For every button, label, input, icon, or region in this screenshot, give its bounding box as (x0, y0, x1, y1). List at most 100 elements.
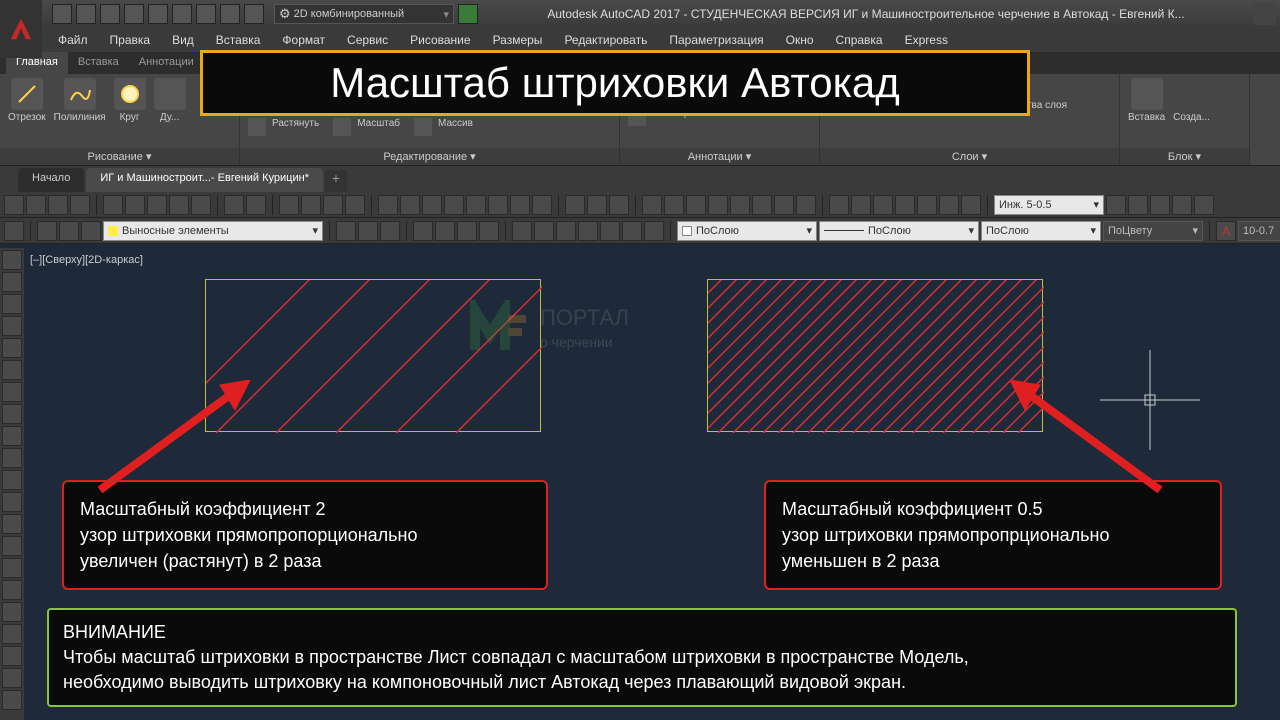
lv-21[interactable] (2, 690, 22, 710)
tb-copy[interactable] (125, 195, 145, 215)
tb2-a3[interactable] (380, 221, 400, 241)
open-icon[interactable] (76, 4, 96, 24)
layer-selector[interactable]: Выносные элементы▾ (103, 221, 323, 241)
print-icon[interactable] (196, 4, 216, 24)
redo-icon[interactable] (172, 4, 192, 24)
menu-draw[interactable]: Рисование (400, 30, 480, 50)
tb2-c1[interactable] (512, 221, 532, 241)
file-tab-start[interactable]: Начало (18, 168, 84, 192)
undo-icon[interactable] (148, 4, 168, 24)
play-icon[interactable] (458, 4, 478, 24)
lv-txt[interactable] (2, 624, 22, 644)
menu-window[interactable]: Окно (776, 30, 824, 50)
tb-d2[interactable] (851, 195, 871, 215)
stretch-icon[interactable] (248, 118, 266, 136)
menu-insert[interactable]: Вставка (206, 30, 271, 50)
lv-rect[interactable] (2, 338, 22, 358)
tool-insert-block[interactable]: Вставка (1128, 78, 1165, 123)
tb-d1[interactable] (829, 195, 849, 215)
tb-undo[interactable] (224, 195, 244, 215)
array-icon[interactable] (414, 118, 432, 136)
panel-layers-title[interactable]: Слои ▾ (820, 148, 1119, 165)
app-menu-button[interactable] (0, 0, 42, 58)
lv-pt[interactable] (2, 514, 22, 534)
menu-file[interactable]: Файл (48, 30, 98, 50)
tb-ds3[interactable] (1150, 195, 1170, 215)
tb-d7[interactable] (961, 195, 981, 215)
tb2-4[interactable] (81, 221, 101, 241)
lv-spline[interactable] (2, 404, 22, 424)
tb2-c7[interactable] (644, 221, 664, 241)
tb2-c5[interactable] (600, 221, 620, 241)
linetype-selector[interactable]: ПоСлою▾ (819, 221, 979, 241)
tab-annotate[interactable]: Аннотации (129, 52, 204, 74)
tb-4[interactable] (70, 195, 90, 215)
tb-ds1[interactable] (1106, 195, 1126, 215)
tb-23[interactable] (510, 195, 530, 215)
tb-paste[interactable] (147, 195, 167, 215)
dimstyle-selector[interactable]: Инж. 5-0.5▾ (994, 195, 1104, 215)
menu-edit[interactable]: Правка (100, 30, 161, 50)
tool-circle[interactable]: Круг (114, 78, 146, 123)
tb-ds2[interactable] (1128, 195, 1148, 215)
lv-poly[interactable] (2, 316, 22, 336)
tool-line[interactable]: Отрезок (8, 78, 46, 123)
lv-earc[interactable] (2, 448, 22, 468)
color-selector[interactable]: ПоСлою▾ (677, 221, 817, 241)
menu-format[interactable]: Формат (272, 30, 335, 50)
tb-c6[interactable] (752, 195, 772, 215)
file-tab-active[interactable]: ИГ и Машиностроит...- Евгений Курицин* (86, 168, 323, 192)
menu-tools[interactable]: Сервис (337, 30, 398, 50)
lineweight-selector[interactable]: ПоСлою▾ (981, 221, 1101, 241)
lv-ellipse[interactable] (2, 426, 22, 446)
tab-insert[interactable]: Вставка (68, 52, 129, 74)
tb2-2[interactable] (37, 221, 57, 241)
tb2-c6[interactable] (622, 221, 642, 241)
tb-c3[interactable] (686, 195, 706, 215)
save-icon[interactable] (100, 4, 120, 24)
tb2-a2[interactable] (358, 221, 378, 241)
tb-d4[interactable] (895, 195, 915, 215)
panel-modify-title[interactable]: Редактирование ▾ (240, 148, 619, 165)
tb-match[interactable] (169, 195, 189, 215)
saveas-icon[interactable] (124, 4, 144, 24)
cloud-icon[interactable] (244, 4, 264, 24)
lv-20[interactable] (2, 668, 22, 688)
tb-d3[interactable] (873, 195, 893, 215)
tb2-b4[interactable] (479, 221, 499, 241)
lv-circ[interactable] (2, 382, 22, 402)
lv-reg[interactable] (2, 580, 22, 600)
tb-line[interactable] (378, 195, 398, 215)
lv-mk[interactable] (2, 492, 22, 512)
tb2-c2[interactable] (534, 221, 554, 241)
tb2-1[interactable] (4, 221, 24, 241)
tb-pline[interactable] (400, 195, 420, 215)
tb-hatch[interactable] (488, 195, 508, 215)
menu-view[interactable]: Вид (162, 30, 204, 50)
tb-redo[interactable] (246, 195, 266, 215)
menu-dimension[interactable]: Размеры (483, 30, 553, 50)
lv-grad[interactable] (2, 558, 22, 578)
menu-express[interactable]: Express (895, 30, 958, 50)
tb-c4[interactable] (708, 195, 728, 215)
lv-19[interactable] (2, 646, 22, 666)
tb-24[interactable] (532, 195, 552, 215)
tool-polyline[interactable]: Полилиния (54, 78, 106, 123)
new-icon[interactable] (52, 4, 72, 24)
lv-tbl[interactable] (2, 602, 22, 622)
tb-new[interactable] (4, 195, 24, 215)
tb-zwin[interactable] (323, 195, 343, 215)
tb-zprev[interactable] (345, 195, 365, 215)
tb2-txt[interactable]: A (1216, 221, 1236, 241)
tb-d5[interactable] (917, 195, 937, 215)
search-icon[interactable] (1254, 3, 1276, 25)
tb2-c3[interactable] (556, 221, 576, 241)
menu-modify[interactable]: Редактировать (554, 30, 657, 50)
viewport-label[interactable]: [–][Сверху][2D-каркас] (30, 254, 143, 266)
panel-annotate-title[interactable]: Аннотации ▾ (620, 148, 819, 165)
tb-save[interactable] (48, 195, 68, 215)
menu-parametric[interactable]: Параметризация (659, 30, 773, 50)
lv-line[interactable] (2, 250, 22, 270)
plotstyle-selector[interactable]: ПоЦвету▾ (1103, 221, 1203, 241)
tb-pan[interactable] (279, 195, 299, 215)
